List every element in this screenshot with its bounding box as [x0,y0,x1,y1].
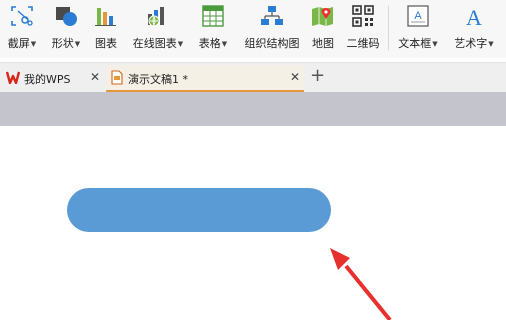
tab-label: 我的WPS [24,73,71,86]
table-icon [202,5,224,27]
chart-label: 图表 [95,37,117,50]
svg-text:A: A [414,10,422,22]
dropdown-arrow-icon: ▼ [30,40,37,48]
qrcode-icon [352,5,374,27]
wordart-label: 艺术字 [454,37,488,50]
table-label: 表格 [198,37,221,50]
wordart-icon: A [466,5,482,28]
online-chart-button[interactable]: 在线图表▼ [128,0,188,56]
insert-ribbon: 截屏▼ 形状▼ 图表 在线图表▼ 表格▼ 组织结构图 地图 二维码 A 文本框▼… [0,0,506,58]
screenshot-label: 截屏 [7,37,30,50]
toolbar-divider [388,6,389,50]
new-tab-icon[interactable]: + [310,65,325,86]
dropdown-arrow-icon: ▼ [432,40,438,48]
wps-logo-icon [6,71,20,84]
org-chart-label: 组织结构图 [244,37,300,50]
qrcode-label: 二维码 [346,37,380,50]
close-tab-icon[interactable]: ✕ [290,70,300,84]
org-chart-button[interactable]: 组织结构图 [240,0,304,56]
chart-icon [95,8,116,26]
close-tab-icon[interactable]: ✕ [90,70,100,84]
screenshot-button[interactable]: 截屏▼ [4,0,40,56]
textbox-label: 文本框 [398,37,432,50]
shapes-button[interactable]: 形状▼ [48,0,84,56]
wordart-button[interactable]: A 艺术字▼ [448,0,500,56]
slide-canvas[interactable] [0,126,506,320]
online-chart-label: 在线图表 [132,37,177,50]
table-button[interactable]: 表格▼ [194,0,232,56]
map-label: 地图 [312,37,334,50]
shapes-label: 形状 [51,37,74,50]
textbox-button[interactable]: A 文本框▼ [393,0,443,56]
shapes-icon [56,7,77,26]
map-icon [312,7,333,26]
dropdown-arrow-icon: ▼ [488,40,494,48]
tab-presentation-1[interactable]: 演示文稿1 * ✕ [106,65,304,92]
workspace-background [0,92,506,126]
rounded-rectangle-shape[interactable] [67,188,331,232]
dropdown-arrow-icon: ▼ [221,40,228,48]
qrcode-button[interactable]: 二维码 [343,0,383,56]
chart-button[interactable]: 图表 [90,0,122,56]
org-chart-icon [261,6,283,25]
document-tab-bar: 我的WPS ✕ 演示文稿1 * ✕ + [0,62,506,93]
tab-label: 演示文稿1 * [128,73,188,86]
presentation-file-icon [111,70,123,85]
online-chart-icon [148,7,164,27]
textbox-icon: A [407,5,429,27]
map-button[interactable]: 地图 [309,0,337,56]
dropdown-arrow-icon: ▼ [74,40,81,48]
svg-text:A: A [466,5,482,28]
tab-my-wps[interactable]: 我的WPS ✕ [2,65,102,91]
screenshot-icon [11,6,33,26]
dropdown-arrow-icon: ▼ [177,40,184,48]
